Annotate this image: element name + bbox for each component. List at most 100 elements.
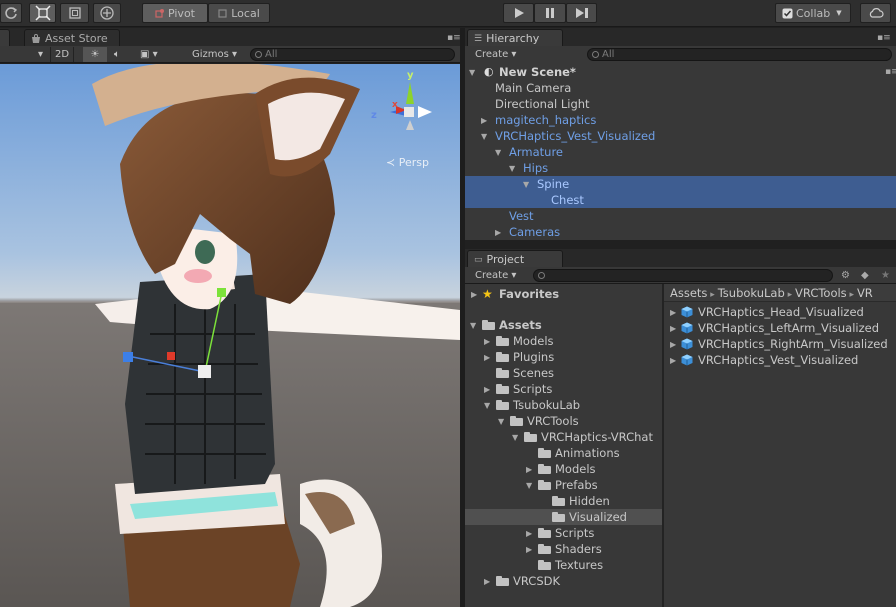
tab-project[interactable]: ▭ Project [467,250,563,268]
expand-arrow-icon[interactable]: ▼ [470,318,476,334]
tab-asset-store[interactable]: Asset Store [24,29,120,47]
persp-label[interactable]: ≺ Persp [386,156,429,169]
hierarchy-item[interactable]: ▶ magitech_haptics [465,112,896,128]
folder-tree-item[interactable]: Animations [465,445,662,461]
lighting-toggle[interactable]: ☀ [83,47,107,62]
scene-row[interactable]: ▼ ◐ New Scene* ▪≡ [465,64,896,80]
folder-tree-item[interactable]: ▶ Scripts [465,381,662,397]
expand-arrow-icon[interactable]: ▶ [526,542,532,558]
folder-tree-item[interactable]: ▶ Shaders [465,541,662,557]
expand-arrow-icon[interactable]: ▼ [484,398,490,414]
hierarchy-item[interactable]: ▼ VRCHaptics_Vest_Visualized [465,128,896,144]
breadcrumb-item[interactable]: TsubokuLab [718,286,785,300]
hierarchy-tab-label: Hierarchy [486,32,540,45]
breadcrumb-item[interactable]: Assets [670,286,707,300]
expand-arrow-icon[interactable]: ▶ [670,353,676,369]
scene-viewport[interactable]: y z x ≺ Persp [0,64,460,607]
mode-2d-toggle[interactable]: 2D [50,47,75,62]
gizmos-dropdown[interactable]: Gizmos ▾ [188,47,241,62]
hierarchy-search-input[interactable]: All [587,48,892,61]
breadcrumb-item[interactable]: VRCTools [795,286,847,300]
hierarchy-item[interactable]: Chest [465,192,896,208]
folder-tree-item[interactable]: Hidden [465,493,662,509]
step-button[interactable] [566,3,597,23]
cloud-button[interactable] [860,3,891,23]
tag-icon[interactable]: ◆ [857,268,873,283]
expand-arrow-icon[interactable]: ▶ [526,526,532,542]
expand-arrow-icon[interactable]: ▶ [484,574,490,590]
collab-dropdown[interactable]: Collab ▼ [775,3,851,23]
expand-arrow-icon[interactable]: ▼ [498,414,504,430]
folder-tree-item[interactable]: ▼ VRCHaptics-VRChat [465,429,662,445]
folder-tree-item[interactable]: ▶ Scripts [465,525,662,541]
hierarchy-create-button[interactable]: Create ▾ [471,47,520,62]
folder-tree-item[interactable]: Textures [465,557,662,573]
shading-dropdown-arrow[interactable]: ▾ [34,47,47,62]
folder-icon [538,480,551,490]
transform-tool-button[interactable] [93,3,121,23]
expand-arrow-icon[interactable]: ▶ [670,305,676,321]
effects-toggle[interactable]: ▣ ▾ [136,47,162,62]
expand-arrow-icon[interactable]: ▼ [523,177,529,193]
expand-arrow-icon[interactable]: ▼ [509,161,515,177]
tab-hierarchy[interactable]: ☰ Hierarchy [467,29,563,47]
expand-arrow-icon[interactable]: ▶ [670,337,676,353]
expand-arrow-icon[interactable]: ▶ [670,321,676,337]
pause-button[interactable] [534,3,566,23]
scene-tabbar: Asset Store ▪≡ [0,28,461,47]
expand-arrow-icon[interactable]: ▶ [484,334,490,350]
asset-item[interactable]: ▶ VRCHaptics_Head_Visualized [664,304,896,320]
expand-arrow-icon[interactable]: ▼ [512,430,518,446]
folder-tree-item[interactable]: Scenes [465,365,662,381]
hierarchy-item-label: Hips [523,161,549,175]
expand-arrow-icon[interactable]: ▼ [469,65,475,81]
folder-tree-item[interactable]: ▼ Assets [465,317,662,333]
hierarchy-item[interactable]: ▼ Spine [465,176,896,192]
folder-tree-item[interactable]: ▶ VRCSDK [465,573,662,589]
asset-item[interactable]: ▶ VRCHaptics_Vest_Visualized [664,352,896,368]
asset-item[interactable]: ▶ VRCHaptics_LeftArm_Visualized [664,320,896,336]
hierarchy-item[interactable]: Main Camera [465,80,896,96]
folder-tree-item[interactable]: ▶ Models [465,333,662,349]
rect-tool-button[interactable] [60,3,89,23]
hierarchy-item[interactable]: Vest [465,208,896,224]
expand-arrow-icon[interactable]: ▶ [526,462,532,478]
folder-tree-item[interactable]: ▶ Plugins [465,349,662,365]
folder-tree-item[interactable]: ▼ VRCTools [465,413,662,429]
audio-toggle[interactable]: 🔈︎ [110,47,124,62]
view-tool-button[interactable] [0,3,22,23]
hierarchy-item[interactable]: ▼ Hips [465,160,896,176]
expand-arrow-icon[interactable]: ▼ [495,145,501,161]
expand-arrow-icon[interactable]: ▶ [484,350,490,366]
tab-scene[interactable] [0,29,10,47]
local-toggle[interactable]: Local [208,3,270,23]
expand-arrow-icon[interactable]: ▼ [481,129,487,145]
filter-type-icon[interactable]: ⚙ [837,268,854,283]
play-button[interactable] [503,3,534,23]
breadcrumb-item[interactable]: VR [857,286,873,300]
speaker-icon: 🔈︎ [114,49,120,60]
move-tool-button[interactable] [29,3,56,23]
project-create-button[interactable]: Create ▾ [471,268,520,283]
scene-search-input[interactable]: All [250,48,455,61]
folder-tree-item[interactable]: Visualized [465,509,662,525]
hierarchy-item[interactable]: ▼ Armature [465,144,896,160]
asset-item[interactable]: ▶ VRCHaptics_RightArm_Visualized [664,336,896,352]
folder-tree-item[interactable]: ▶ Models [465,461,662,477]
panel-menu-icon[interactable]: ▪≡ [447,33,461,43]
expand-arrow-icon[interactable]: ▶ [495,225,501,241]
folder-tree-item[interactable]: ▼ TsubokuLab [465,397,662,413]
folder-tree-item[interactable]: ▼ Prefabs [465,477,662,493]
hierarchy-item[interactable]: ▶ Cameras [465,224,896,240]
project-search-input[interactable] [533,269,833,282]
expand-arrow-icon[interactable]: ▼ [526,478,532,494]
expand-arrow-icon[interactable]: ▶ [484,382,490,398]
hierarchy-menu-icon[interactable]: ▪≡ [877,33,891,43]
scene-menu-icon[interactable]: ▪≡ [885,64,896,80]
expand-arrow-icon[interactable]: ▶ [481,113,487,129]
star-icon[interactable]: ★ [877,268,894,283]
pivot-toggle[interactable]: Pivot [142,3,208,23]
expand-arrow-icon[interactable]: ▶ [471,287,477,303]
hierarchy-item[interactable]: Directional Light [465,96,896,112]
orientation-gizmo[interactable]: y z x [366,70,440,142]
